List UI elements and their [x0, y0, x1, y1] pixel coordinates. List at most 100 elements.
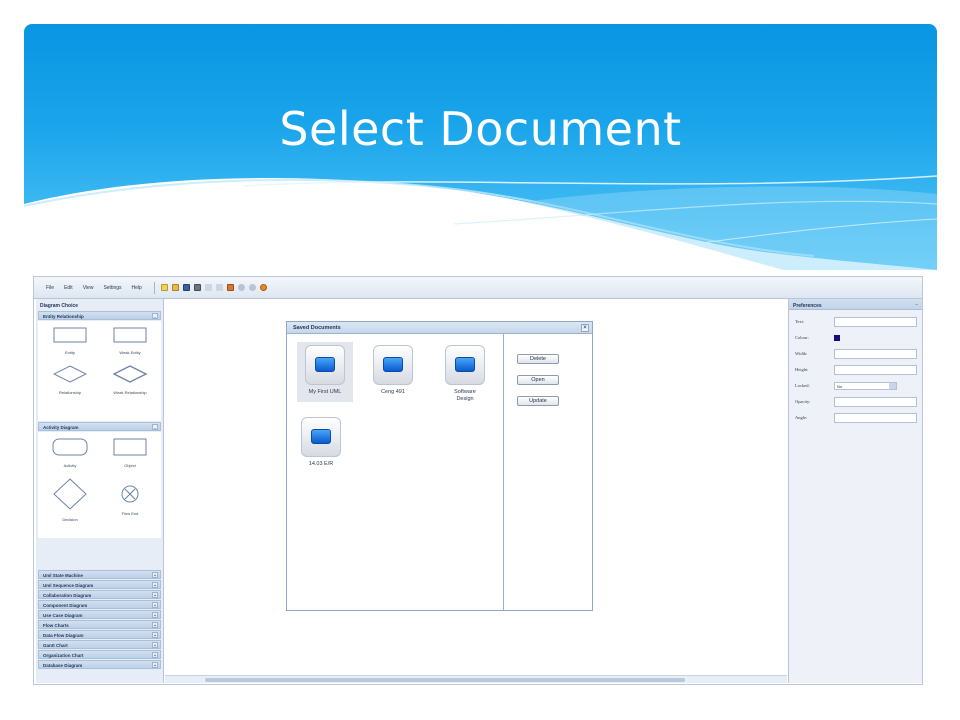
shape-label: Activity [63, 463, 77, 468]
expand-icon[interactable]: + [152, 592, 158, 598]
document-icon [373, 345, 413, 385]
locked-select[interactable]: No [834, 382, 897, 390]
menu-help[interactable]: Help [132, 285, 142, 291]
section-label: Use Case Diagram [43, 613, 83, 618]
section-label: Uml Sequence Diagram [43, 583, 94, 588]
document-14-03-er[interactable]: 14.03 E/R [293, 414, 349, 474]
preferences-panel: Preferences – Text: Colour: Width: Heigh… [788, 299, 922, 683]
section-label: Collaboration Diagram [43, 593, 92, 598]
expand-icon[interactable]: + [152, 642, 158, 648]
prop-angle-input[interactable] [834, 413, 917, 423]
prop-width-label: Width: [795, 351, 808, 356]
shape-entity[interactable]: Entity [40, 327, 100, 355]
section-activity-diagram[interactable]: Activity Diagram – [38, 422, 161, 431]
close-icon[interactable]: × [581, 324, 589, 332]
shape-decision[interactable]: Decision [40, 478, 100, 522]
document-label: Software Design [454, 389, 476, 402]
chevron-down-icon[interactable] [889, 383, 896, 389]
prop-height-row: Height: [789, 362, 922, 378]
document-label: My First UML [308, 389, 342, 395]
undo-icon[interactable] [204, 284, 212, 291]
section-label: Flow Charts [43, 623, 69, 628]
slide-title: Select Document [279, 102, 682, 156]
redo-icon[interactable] [215, 284, 223, 291]
shape-label: Entity [64, 350, 75, 355]
toolbar-separator [153, 281, 155, 294]
shape-object[interactable]: Object [100, 438, 160, 468]
delete-button[interactable]: Delete [517, 354, 559, 364]
document-ceng-491[interactable]: Ceng 491 [365, 342, 421, 402]
shape-flow-end[interactable]: Flow End [100, 484, 160, 516]
menu-settings[interactable]: Settings [103, 285, 121, 291]
shape-activity[interactable]: Activity [40, 438, 100, 468]
document-my-first-uml[interactable]: My First UML [297, 342, 353, 402]
section-label: Data Flow Diagram [43, 633, 84, 638]
refresh-icon[interactable] [259, 284, 267, 291]
menu-bar: File Edit View Settings Help [34, 277, 922, 299]
section-label: Database Diagram [43, 663, 83, 668]
menu-view[interactable]: View [83, 285, 94, 291]
document-software-design[interactable]: Software Design [437, 342, 493, 402]
prop-height-input[interactable] [834, 365, 917, 375]
collapse-icon[interactable]: – [152, 424, 158, 430]
section-gantt-chart[interactable]: Gantt Chart + [38, 640, 161, 649]
section-database-diagram[interactable]: Database Diagram + [38, 660, 161, 669]
section-use-case-diagram[interactable]: Use Case Diagram + [38, 610, 161, 619]
colour-swatch[interactable] [834, 335, 840, 341]
canvas-horizontal-scrollbar[interactable] [165, 675, 787, 683]
expand-icon[interactable]: + [152, 582, 158, 588]
section-organization-chart[interactable]: Organization Chart + [38, 650, 161, 659]
cut-icon[interactable] [226, 284, 234, 291]
activity-rounded-rect-icon [52, 438, 88, 456]
collapse-icon[interactable]: – [152, 313, 158, 319]
document-list: My First UML Ceng 491 Software Design 14… [287, 334, 504, 610]
prop-width-input[interactable] [834, 349, 917, 359]
expand-icon[interactable]: + [152, 602, 158, 608]
shape-relationship[interactable]: Relationship [40, 365, 100, 395]
expand-icon[interactable]: + [152, 662, 158, 668]
print-icon[interactable] [193, 284, 201, 291]
expand-icon[interactable]: + [152, 632, 158, 638]
prop-width-row: Width: [789, 346, 922, 362]
expand-icon[interactable]: + [152, 612, 158, 618]
menu-file[interactable]: File [46, 285, 54, 291]
preferences-title-label: Preferences [793, 303, 822, 309]
shape-label: Relationship [58, 390, 81, 395]
prop-angle-label: Angle: [795, 415, 808, 420]
object-rect-icon [113, 438, 147, 456]
section-flow-charts[interactable]: Flow Charts + [38, 620, 161, 629]
activity-shapes-box: Activity Object Decision Flow End [38, 432, 161, 538]
section-collaboration-diagram[interactable]: Collaboration Diagram + [38, 590, 161, 599]
open-icon[interactable] [171, 284, 179, 291]
zoom-in-icon[interactable] [237, 284, 245, 291]
weak-relationship-diamond-icon [112, 365, 148, 383]
new-icon[interactable] [160, 284, 168, 291]
scrollbar-thumb[interactable] [205, 678, 685, 682]
prop-text-label: Text: [795, 319, 805, 324]
section-label: Component Diagram [43, 603, 88, 608]
preferences-title: Preferences – [789, 299, 922, 310]
shape-weak-relationship[interactable]: Weak Relationship [100, 365, 160, 395]
section-data-flow-diagram[interactable]: Data Flow Diagram + [38, 630, 161, 639]
shape-label: Weak Entity [119, 350, 141, 355]
save-icon[interactable] [182, 284, 190, 291]
menu-edit[interactable]: Edit [64, 285, 73, 291]
prop-text-input[interactable] [834, 317, 917, 327]
prop-angle-row: Angle: [789, 410, 922, 426]
open-button[interactable]: Open [517, 375, 559, 385]
update-button[interactable]: Update [517, 396, 559, 406]
prop-opacity-input[interactable] [834, 397, 917, 407]
entity-rect-icon [53, 327, 87, 343]
expand-icon[interactable]: + [152, 652, 158, 658]
section-label: Organization Chart [43, 653, 84, 658]
shape-weak-entity[interactable]: Weak Entity [100, 327, 160, 355]
expand-icon[interactable]: + [152, 572, 158, 578]
zoom-out-icon[interactable] [248, 284, 256, 291]
collapse-icon[interactable]: – [915, 302, 918, 308]
section-component-diagram[interactable]: Component Diagram + [38, 600, 161, 609]
document-icon [445, 345, 485, 385]
section-uml-state-machine[interactable]: Uml State Machine + [38, 570, 161, 579]
expand-icon[interactable]: + [152, 622, 158, 628]
section-entity-relationship[interactable]: Entity Relationship – [38, 311, 161, 320]
section-uml-sequence-diagram[interactable]: Uml Sequence Diagram + [38, 580, 161, 589]
